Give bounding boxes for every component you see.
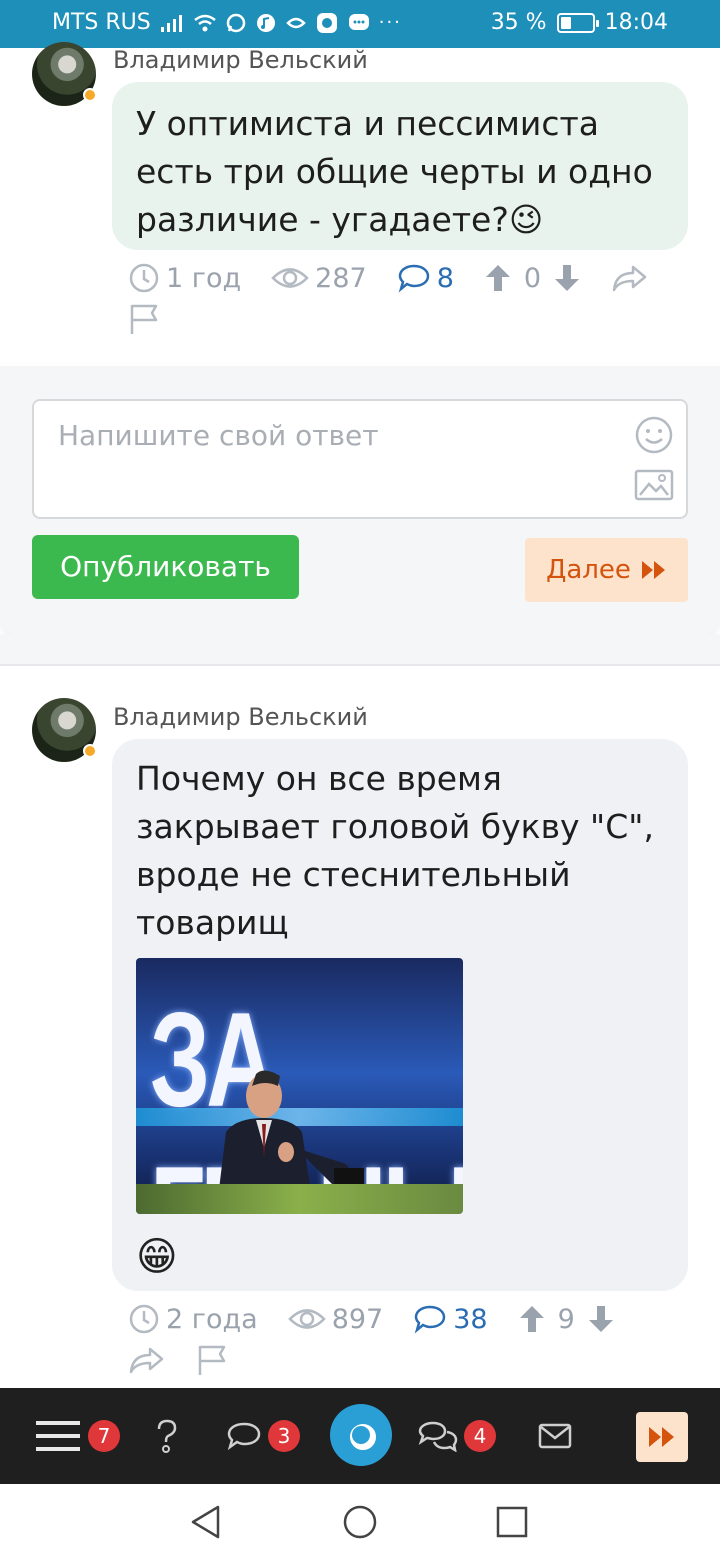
more-icon: ··· [378,12,402,33]
clock-icon [129,1304,159,1334]
author-name[interactable]: Владимир Вельский [113,46,368,74]
post-views: 287 [271,263,367,294]
post-time: 2 года [128,1303,258,1335]
comment-icon [414,1305,446,1334]
image-floor [136,1184,463,1214]
logo-icon [352,1426,370,1444]
menu-badge: 7 [88,1420,120,1452]
comment-icon [398,264,429,293]
report-button[interactable] [196,1343,230,1377]
online-status-dot [83,744,97,758]
post-comments-count: 8 [436,262,454,294]
battery-icon [556,12,599,33]
post-comments-count: 38 [453,1303,488,1335]
author-name[interactable]: Владимир Вельский [113,703,368,731]
next-nav-button[interactable] [636,1412,688,1462]
post-time-label: 2 года [166,1303,258,1335]
post-image[interactable]: ЗА ГРАНЬЮ [136,958,463,1214]
grin-emoji: 😁 [136,1234,178,1280]
battery-level [560,16,572,29]
menu-button[interactable]: 7 [36,1388,120,1484]
publish-button[interactable]: Опубликовать [32,535,299,599]
home-icon[interactable] [342,1504,378,1540]
post-text-body: У оптимиста и пессимиста есть три общие … [136,104,653,239]
post-text: Почему он все время закрывает головой бу… [136,759,654,942]
post-views-count: 287 [315,262,367,294]
questions-button[interactable] [152,1388,182,1484]
downvote-icon[interactable] [553,263,581,293]
status-bar: MTS RUS ··· 35 % 18:04 [0,0,720,48]
battery-percent: 35 % [490,10,547,35]
emoji-picker-icon[interactable] [634,415,674,455]
reply-input[interactable]: Напишите свой ответ [32,399,688,519]
report-button[interactable] [128,302,162,336]
messages-button[interactable]: 3 [226,1388,300,1484]
flag-icon [198,1345,226,1375]
next-button-label: Далее [546,555,631,585]
share-icon [129,1347,164,1374]
post-bubble: У оптимиста и пессимиста есть три общие … [112,82,688,250]
hamburger-icon [36,1421,80,1451]
upvote-icon[interactable] [484,263,512,293]
post-votes-count: 9 [557,1303,575,1335]
post-time: 1 год [128,262,241,294]
share-icon [612,265,647,292]
eye-icon [271,268,309,288]
avatar[interactable] [32,42,97,106]
mail-icon [538,1423,572,1449]
mail-button[interactable] [538,1388,572,1484]
post-views: 897 [287,1303,384,1335]
post-comments[interactable]: 38 [413,1303,488,1335]
clock-icon [129,263,159,293]
music-icon [256,13,275,32]
system-nav-bar [0,1484,720,1560]
back-icon[interactable] [188,1504,224,1540]
post-comments[interactable]: 8 [397,263,454,294]
wifi-icon [193,14,216,31]
signal-icon [160,14,182,32]
upvote-icon[interactable] [518,1304,546,1334]
divider [0,664,720,666]
chats-icon [418,1421,458,1452]
carrier-label: MTS RUS [52,10,151,35]
attach-image-icon[interactable] [634,469,674,501]
question-icon [157,1419,177,1453]
post-time-label: 1 год [166,262,242,294]
wink-emoji: 😉 [508,200,544,239]
section-gap [0,634,720,664]
fast-forward-icon [649,1427,674,1447]
clock: 18:04 [604,10,668,35]
chats-button[interactable]: 4 [418,1388,496,1484]
chats-badge: 4 [464,1420,496,1452]
online-status-dot [83,88,97,102]
messages-badge: 3 [268,1420,300,1452]
eye-icon [287,1309,326,1329]
share-button[interactable] [611,263,649,293]
whatsapp-icon [226,13,245,32]
post-text: У оптимиста и пессимиста есть три общие … [136,100,664,244]
comment-icon [227,1422,261,1451]
vk-icon [316,12,337,33]
home-logo-button[interactable] [330,1404,392,1466]
flag-icon [130,304,158,334]
avatar[interactable] [32,698,97,762]
post-votes: 0 [484,263,581,294]
downvote-icon[interactable] [587,1304,615,1334]
post-votes-count: 0 [523,262,542,294]
vpn-icon [285,17,306,28]
post-meta: 2 года 897 38 9 [128,1303,668,1377]
post-meta: 1 год 287 8 0 [128,262,668,336]
recents-icon[interactable] [496,1506,528,1538]
share-button[interactable] [128,1345,166,1375]
reply-panel: Напишите свой ответ Опубликовать Далее [0,366,720,634]
post-views-count: 897 [331,1303,384,1335]
chat-icon [348,13,369,30]
reply-placeholder: Напишите свой ответ [58,419,379,452]
next-button[interactable]: Далее [525,538,688,602]
post-votes: 9 [518,1304,615,1335]
fast-forward-icon [641,561,665,579]
